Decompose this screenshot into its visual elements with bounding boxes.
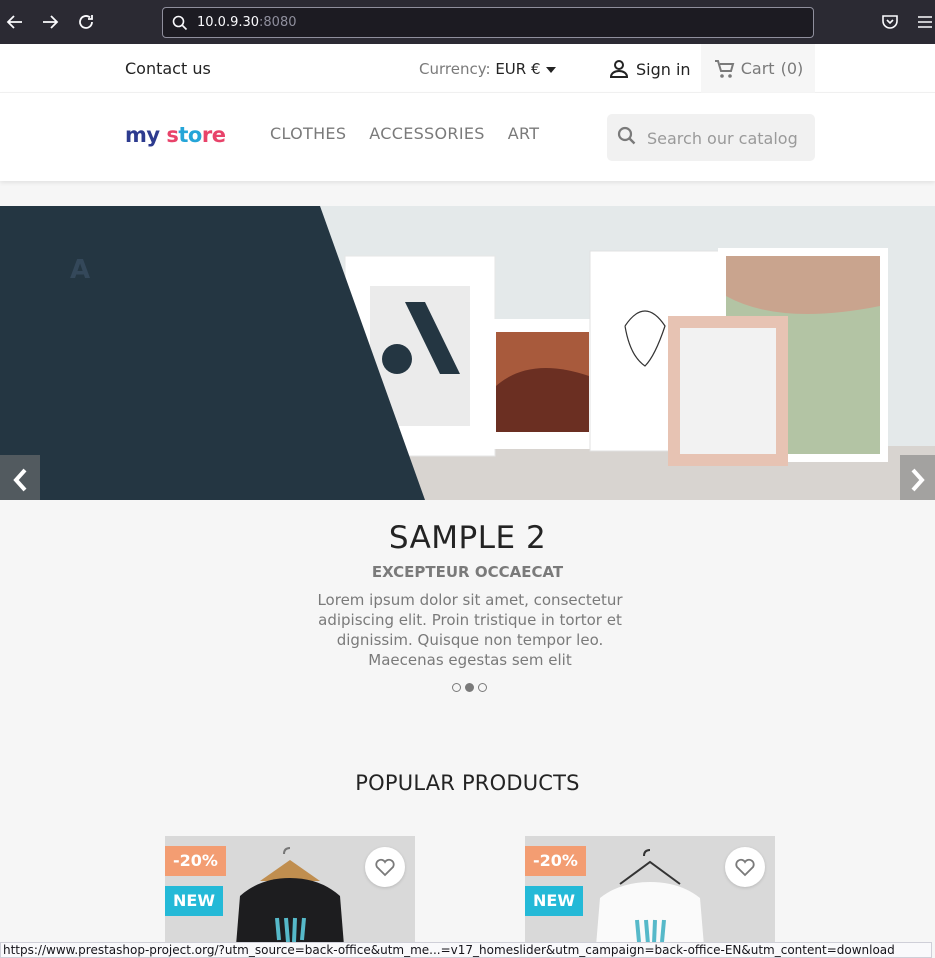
popular-products-title: POPULAR PRODUCTS <box>355 771 580 795</box>
user-icon <box>609 60 629 78</box>
contact-link[interactable]: Contact us <box>125 59 211 78</box>
slide-image: A <box>0 206 935 500</box>
chevron-right-icon <box>911 468 925 492</box>
main-menu: CLOTHES ACCESSORIES ART <box>270 124 539 143</box>
discount-badge: -20% <box>165 846 226 876</box>
pocket-icon[interactable] <box>880 12 900 32</box>
header-nav: Contact us Currency: EUR € Sign in Cart … <box>0 44 935 93</box>
cart-label: Cart <box>740 59 775 78</box>
caret-down-icon <box>545 66 556 73</box>
heart-icon <box>735 858 755 877</box>
browser-toolbar: 10.0.9.30:8080 <box>0 0 935 44</box>
signin-link[interactable]: Sign in <box>608 58 691 80</box>
search-icon[interactable] <box>617 126 637 146</box>
header-main: my store CLOTHES ACCESSORIES ART <box>0 93 935 181</box>
url-text: 10.0.9.30:8080 <box>197 15 297 30</box>
new-badge: NEW <box>165 886 223 916</box>
arrow-right-icon[interactable] <box>40 12 60 32</box>
cart-button[interactable]: Cart (0) <box>701 44 815 93</box>
store-logo[interactable]: my store <box>125 123 226 147</box>
currency-label: Currency: <box>419 60 491 78</box>
home-slider: A <box>0 206 935 500</box>
slider-dot-2[interactable] <box>465 683 474 692</box>
slider-indicators <box>452 683 487 692</box>
hamburger-menu-icon[interactable] <box>915 12 935 32</box>
slide-description: Lorem ipsum dolor sit amet, consectetur … <box>317 591 623 669</box>
currency-value: EUR € <box>495 60 541 78</box>
heart-icon <box>375 858 395 877</box>
chevron-left-icon <box>13 468 27 492</box>
menu-item-art[interactable]: ART <box>508 124 540 143</box>
discount-badge: -20% <box>525 846 586 876</box>
wishlist-button[interactable] <box>365 847 405 887</box>
wishlist-button[interactable] <box>725 847 765 887</box>
address-bar[interactable]: 10.0.9.30:8080 <box>162 7 814 38</box>
slider-dot-1[interactable] <box>452 683 461 692</box>
slider-dot-3[interactable] <box>478 683 487 692</box>
slide-subtitle: EXCEPTEUR OCCAECAT <box>371 563 564 581</box>
search-icon <box>172 15 188 31</box>
new-badge: NEW <box>525 886 583 916</box>
search-input[interactable] <box>647 126 807 150</box>
shopping-cart-icon <box>714 59 735 78</box>
slider-prev-button[interactable] <box>0 455 40 500</box>
cart-count: (0) <box>780 59 804 78</box>
currency-selector[interactable]: Currency: EUR € <box>419 60 556 78</box>
slider-next-button[interactable] <box>900 455 935 500</box>
browser-status-bar: https://www.prestashop-project.org/?utm_… <box>0 942 932 958</box>
menu-item-accessories[interactable]: ACCESSORIES <box>369 124 484 143</box>
arrow-left-icon[interactable] <box>5 12 25 32</box>
slide-title: SAMPLE 2 <box>388 520 547 556</box>
svg-text:A: A <box>70 255 90 285</box>
product-card[interactable]: -20% NEW <box>525 836 775 958</box>
search-widget <box>607 114 815 161</box>
menu-item-clothes[interactable]: CLOTHES <box>270 124 346 143</box>
product-card[interactable]: -20% NEW <box>165 836 415 958</box>
reload-icon[interactable] <box>76 12 96 32</box>
signin-label: Sign in <box>636 59 691 79</box>
